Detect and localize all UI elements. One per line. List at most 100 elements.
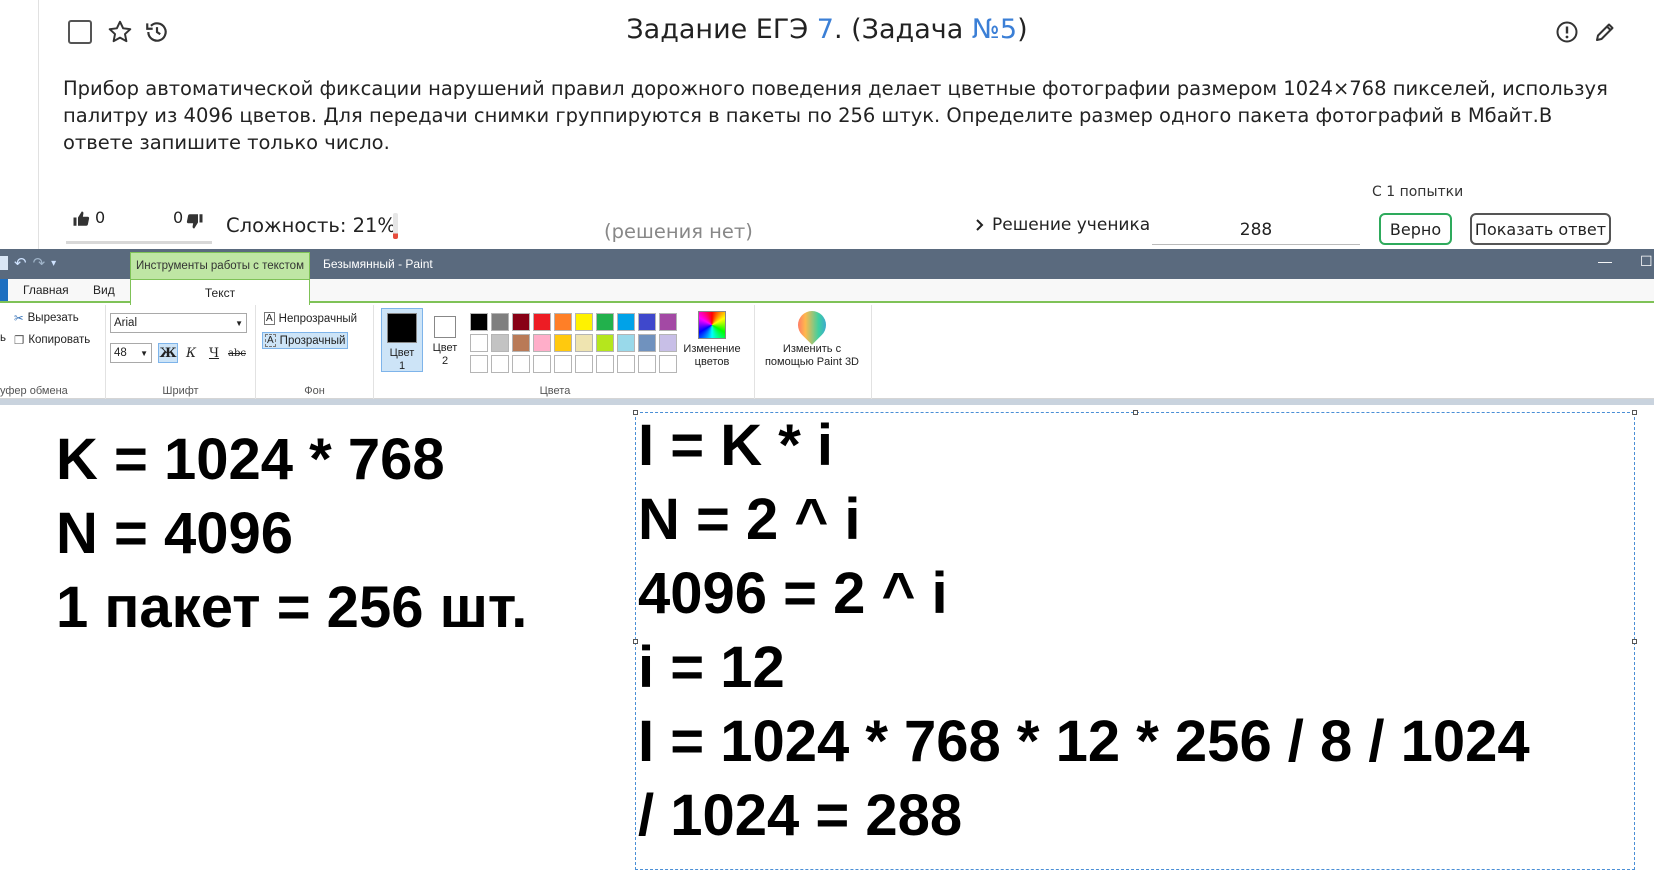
paste-fragment[interactable]: ь	[0, 332, 6, 344]
font-size-value: 48	[114, 347, 127, 359]
custom-color-slot[interactable]	[554, 355, 572, 373]
color-swatch[interactable]	[491, 334, 509, 352]
resize-handle[interactable]	[1632, 639, 1637, 644]
color-swatch[interactable]	[659, 313, 677, 331]
font-group: Arial ▼ 48 ▼ Ж К Ч abc Шрифт	[106, 305, 256, 399]
color-swatch[interactable]	[638, 313, 656, 331]
thumbs-down-icon[interactable]	[186, 212, 204, 230]
canvas-right-text: I = K * i N = 2 ^ i 4096 = 2 ^ i i = 12 …	[638, 409, 1530, 853]
copy-button[interactable]: ❐ Копировать	[14, 333, 90, 347]
color-swatch[interactable]	[659, 334, 677, 352]
canvas-left-text: K = 1024 * 768 N = 4096 1 пакет = 256 шт…	[56, 423, 527, 645]
tab-view[interactable]: Вид	[93, 283, 115, 297]
color-swatch[interactable]	[596, 313, 614, 331]
show-answer-button[interactable]: Показать ответ	[1470, 213, 1611, 245]
color-swatch[interactable]	[533, 334, 551, 352]
color-swatch[interactable]	[470, 313, 488, 331]
title-middle: . (Задача	[833, 14, 972, 45]
underline-button[interactable]: Ч	[204, 343, 224, 363]
no-solutions-text: (решения нет)	[604, 220, 753, 243]
colors-group-label: Цвета	[539, 385, 571, 397]
dropdown-arrow-icon: ▼	[235, 318, 243, 328]
resize-handle[interactable]	[1632, 410, 1637, 415]
ribbon: ь ✂ Вырезать ❐ Копировать уфер обмена Aria…	[0, 305, 1654, 399]
custom-color-slot[interactable]	[596, 355, 614, 373]
color-swatch[interactable]	[617, 313, 635, 331]
color-swatch[interactable]	[638, 334, 656, 352]
tab-text[interactable]: Текст	[130, 279, 310, 305]
minimize-icon[interactable]: —	[1598, 253, 1612, 269]
dislikes-count: 0	[173, 208, 184, 227]
paint-titlebar: ↶ ↷ ▾ Инструменты работы с текстом Безым…	[0, 249, 1654, 279]
paint3d-button[interactable]: Изменить с помощью Paint 3D	[758, 305, 866, 369]
color-swatch[interactable]	[533, 313, 551, 331]
redo-icon[interactable]: ↷	[33, 254, 46, 272]
window-title: Безымянный - Paint	[323, 257, 433, 271]
color-swatch[interactable]	[470, 334, 488, 352]
save-icon[interactable]	[0, 256, 8, 270]
dropdown-arrow-icon: ▼	[140, 348, 148, 358]
colors-group: Цвет 1 Цвет 2 Изменение цветов Цвета Изм…	[374, 305, 872, 399]
bold-button[interactable]: Ж	[158, 343, 178, 363]
paint3d-label: Изменить с помощью Paint 3D	[764, 343, 860, 368]
color-swatch[interactable]	[575, 334, 593, 352]
context-tab-text-tools: Инструменты работы с текстом	[130, 252, 310, 279]
transparent-button[interactable]: A Прозрачный	[262, 332, 349, 349]
correct-button[interactable]: Верно	[1379, 213, 1452, 245]
copy-label: Копировать	[28, 334, 91, 346]
student-solution-label: Решение ученика	[992, 215, 1151, 235]
color-swatch[interactable]	[617, 334, 635, 352]
customize-qat-icon[interactable]: ▾	[51, 258, 56, 269]
custom-color-slot[interactable]	[659, 355, 677, 373]
color1-swatch	[387, 313, 417, 343]
paint-canvas[interactable]: K = 1024 * 768 N = 4096 1 пакет = 256 шт…	[0, 405, 1654, 873]
font-size-select[interactable]: 48 ▼	[110, 343, 152, 363]
student-solution-toggle[interactable]: Решение ученика	[974, 215, 1150, 235]
font-group-label: Шрифт	[162, 385, 199, 397]
thumbs-up-icon[interactable]	[72, 210, 90, 228]
scissors-icon: ✂	[14, 313, 24, 325]
likes-count: 0	[95, 208, 106, 227]
ribbon-tabs: Главная Вид Текст	[0, 279, 1654, 305]
maximize-icon[interactable]: ☐	[1640, 253, 1653, 270]
canvas-line: / 1024 = 288	[638, 783, 963, 848]
color2-selector[interactable]: Цвет 2	[425, 308, 465, 372]
color-swatch[interactable]	[554, 334, 572, 352]
tab-home[interactable]: Главная	[23, 283, 69, 297]
undo-icon[interactable]: ↶	[14, 254, 27, 272]
opaque-button[interactable]: A Непрозрачный	[262, 311, 359, 326]
task-id-link[interactable]: №5	[972, 14, 1017, 45]
answer-input[interactable]	[1152, 215, 1360, 245]
edit-icon[interactable]	[1591, 18, 1619, 46]
report-icon[interactable]	[1553, 18, 1581, 46]
difficulty-label: Сложность: 21%	[226, 214, 396, 237]
color1-selector[interactable]: Цвет 1	[381, 308, 423, 372]
ribbon-divider	[754, 305, 755, 399]
task-number-link[interactable]: 7	[817, 14, 834, 45]
cut-button[interactable]: ✂ Вырезать	[14, 311, 79, 325]
color-swatch[interactable]	[512, 313, 530, 331]
edit-colors-button[interactable]: Изменение цветов	[680, 311, 744, 369]
custom-color-slot[interactable]	[533, 355, 551, 373]
strikethrough-button[interactable]: abc	[227, 343, 247, 363]
color-swatch[interactable]	[575, 313, 593, 331]
custom-color-slot[interactable]	[575, 355, 593, 373]
font-family-value: Arial	[114, 317, 138, 329]
clipboard-group-label: уфер обмена	[0, 385, 68, 397]
custom-color-slot[interactable]	[470, 355, 488, 373]
file-tab[interactable]	[0, 279, 8, 301]
custom-color-slot[interactable]	[638, 355, 656, 373]
color-swatch[interactable]	[512, 334, 530, 352]
opaque-icon: A	[264, 312, 275, 325]
color-swatch[interactable]	[554, 313, 572, 331]
canvas-line: K = 1024 * 768	[56, 427, 445, 492]
color-swatch[interactable]	[491, 313, 509, 331]
color-swatch[interactable]	[596, 334, 614, 352]
canvas-line: 1 пакет = 256 шт.	[56, 575, 528, 640]
custom-color-slot[interactable]	[617, 355, 635, 373]
italic-button[interactable]: К	[181, 343, 201, 363]
task-card: Задание ЕГЭ 7. (Задача №5) Прибор автома…	[0, 0, 1654, 249]
custom-color-slot[interactable]	[512, 355, 530, 373]
custom-color-slot[interactable]	[491, 355, 509, 373]
font-family-select[interactable]: Arial ▼	[110, 313, 247, 333]
